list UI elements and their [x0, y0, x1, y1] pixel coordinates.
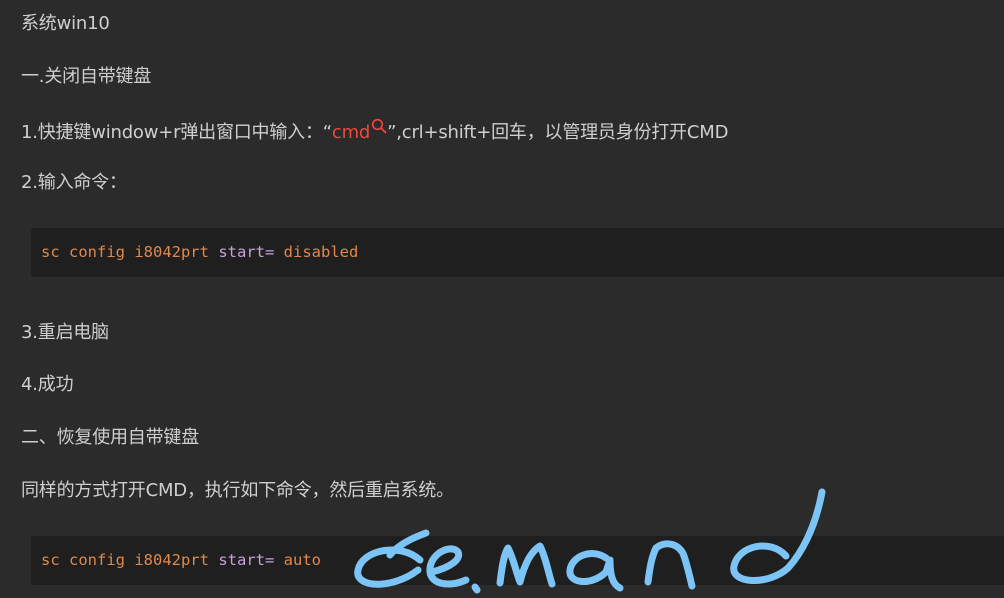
system-label: 系统win10	[21, 13, 110, 34]
code-block-disable[interactable]: sc config i8042prt start= disabled	[31, 228, 1004, 277]
code-param: start=	[218, 551, 275, 569]
code-command: sc config i8042prt	[41, 243, 209, 261]
code-command: sc config i8042prt	[41, 551, 209, 569]
code-value: auto	[283, 551, 321, 569]
code-param: start=	[218, 243, 275, 261]
step-2: 2.输入命令：	[21, 172, 127, 193]
handwritten-annotation: demand	[354, 488, 826, 594]
step-4: 4.成功	[21, 374, 74, 395]
step-1-suffix: ”,crl+shift+回车，以管理员身份打开CMD	[387, 122, 729, 143]
cmd-keyword-link[interactable]: cmd	[331, 118, 387, 143]
code-value: disabled	[283, 243, 359, 261]
search-icon	[372, 118, 387, 134]
cmd-keyword-text: cmd	[331, 122, 371, 143]
restore-instructions: 同样的方式打开CMD，执行如下命令，然后重启系统。	[21, 480, 454, 501]
section-heading-restore: 二、恢复使用自带键盘	[21, 427, 199, 448]
step-1-prefix: 1.快捷键window+r弹出窗口中输入：“	[21, 122, 332, 143]
code-block-restore[interactable]: sc config i8042prt start= auto	[31, 536, 1004, 585]
step-3: 3.重启电脑	[21, 322, 109, 343]
section-heading-disable: 一.关闭自带键盘	[21, 66, 152, 87]
step-1: 1.快捷键window+r弹出窗口中输入：“cmd ”,crl+shift+回车，…	[21, 118, 728, 145]
